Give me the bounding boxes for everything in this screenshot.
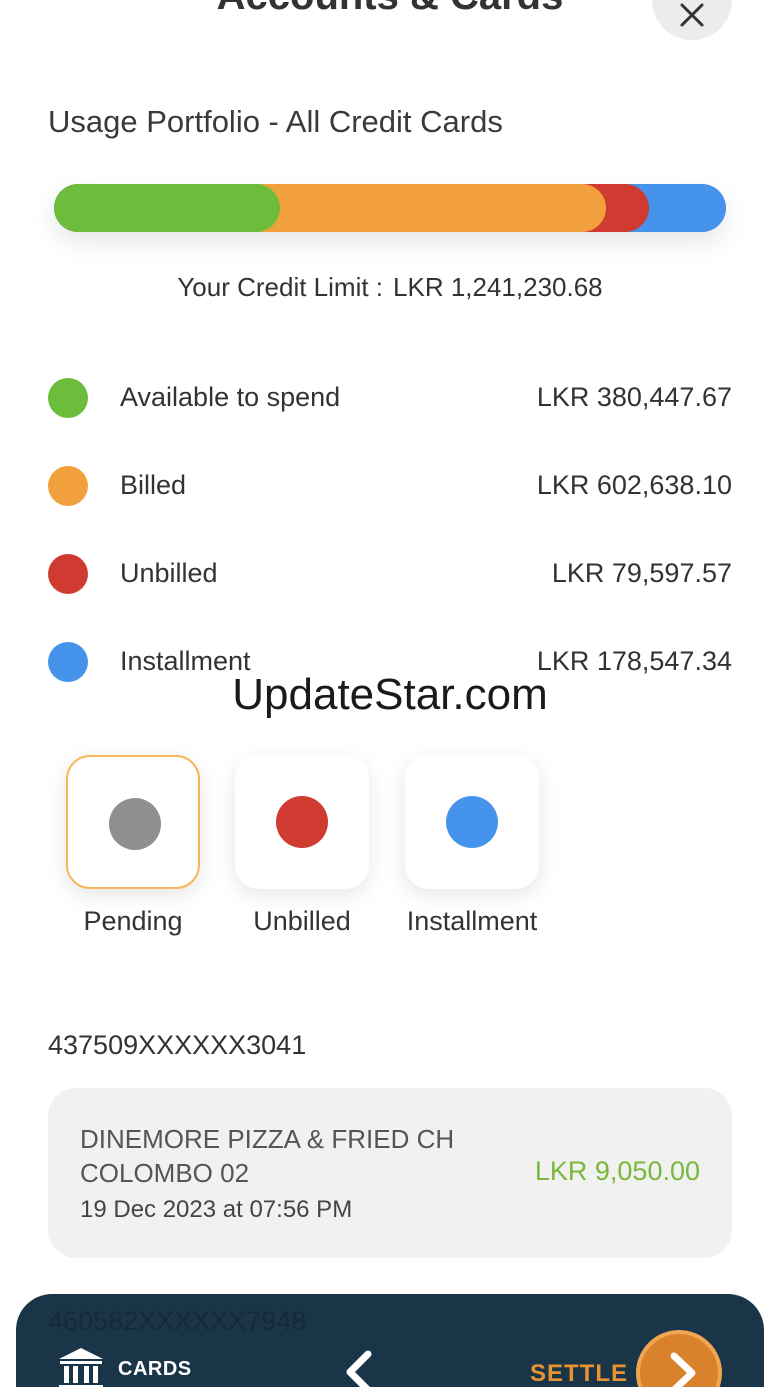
- legend-item-unbilled: Unbilled LKR 79,597.57: [48, 554, 732, 594]
- legend-dot-billed: [48, 466, 88, 506]
- pending-dot-icon: [109, 798, 161, 850]
- bottom-nav-bar: 460582XXXXXX7948 CARDS SETTLE: [16, 1294, 764, 1387]
- credit-limit: Your Credit Limit : LKR 1,241,230.68: [0, 272, 780, 303]
- watermark: UpdateStar.com: [232, 670, 548, 719]
- legend-label-available: Available to spend: [120, 382, 341, 412]
- credit-limit-value: LKR 1,241,230.68: [393, 272, 603, 302]
- installment-dot-icon: [446, 796, 498, 848]
- settle-label[interactable]: SETTLE: [530, 1360, 628, 1387]
- filter-installment-label: Installment: [406, 906, 538, 936]
- next-card-number: 460582XXXXXX7948: [48, 1306, 307, 1336]
- transaction-item[interactable]: DINEMORE PIZZA & FRIED CH COLOMBO 02 19 …: [48, 1088, 732, 1258]
- legend-item-billed: Billed LKR 602,638.10: [48, 466, 732, 506]
- transaction-date: 19 Dec 2023 at 07:56 PM: [80, 1196, 353, 1223]
- card-number: 437509XXXXXX3041: [48, 1030, 307, 1060]
- credit-limit-label: Your Credit Limit :: [177, 272, 384, 302]
- filter-pending-label: Pending: [83, 906, 183, 936]
- legend-value-unbilled: LKR 79,597.57: [551, 558, 732, 588]
- filter-installment-button[interactable]: [405, 755, 539, 889]
- legend-item-available: Available to spend LKR 380,447.67: [48, 378, 732, 418]
- filter-pending-button[interactable]: [66, 755, 200, 889]
- bank-icon[interactable]: [56, 1346, 106, 1387]
- usage-bar: [54, 184, 726, 232]
- chevron-left-icon[interactable]: [340, 1350, 380, 1387]
- settle-button[interactable]: [636, 1330, 722, 1387]
- legend-value-available: LKR 380,447.67: [536, 382, 732, 412]
- filter-unbilled-label: Unbilled: [253, 906, 351, 936]
- transaction-amount: LKR 9,050.00: [534, 1156, 700, 1186]
- usage-portfolio-title: Usage Portfolio - All Credit Cards: [48, 104, 503, 139]
- close-icon: [680, 3, 704, 27]
- unbilled-dot-icon: [276, 796, 328, 848]
- transaction-merchant: DINEMORE PIZZA & FRIED CH COLOMBO 02: [80, 1124, 455, 1188]
- legend-dot-unbilled: [48, 554, 88, 594]
- usage-bar-track: [54, 184, 726, 232]
- legend-label-billed: Billed: [120, 470, 187, 500]
- usage-segment-available: [54, 184, 280, 232]
- legend-dot-available: [48, 378, 88, 418]
- chevron-right-icon: [670, 1352, 696, 1387]
- legend-label-unbilled: Unbilled: [120, 558, 218, 588]
- close-button[interactable]: [652, 0, 732, 40]
- filter-unbilled-button[interactable]: [235, 755, 369, 889]
- cards-nav-label[interactable]: CARDS: [118, 1358, 192, 1381]
- legend-value-billed: LKR 602,638.10: [536, 470, 732, 500]
